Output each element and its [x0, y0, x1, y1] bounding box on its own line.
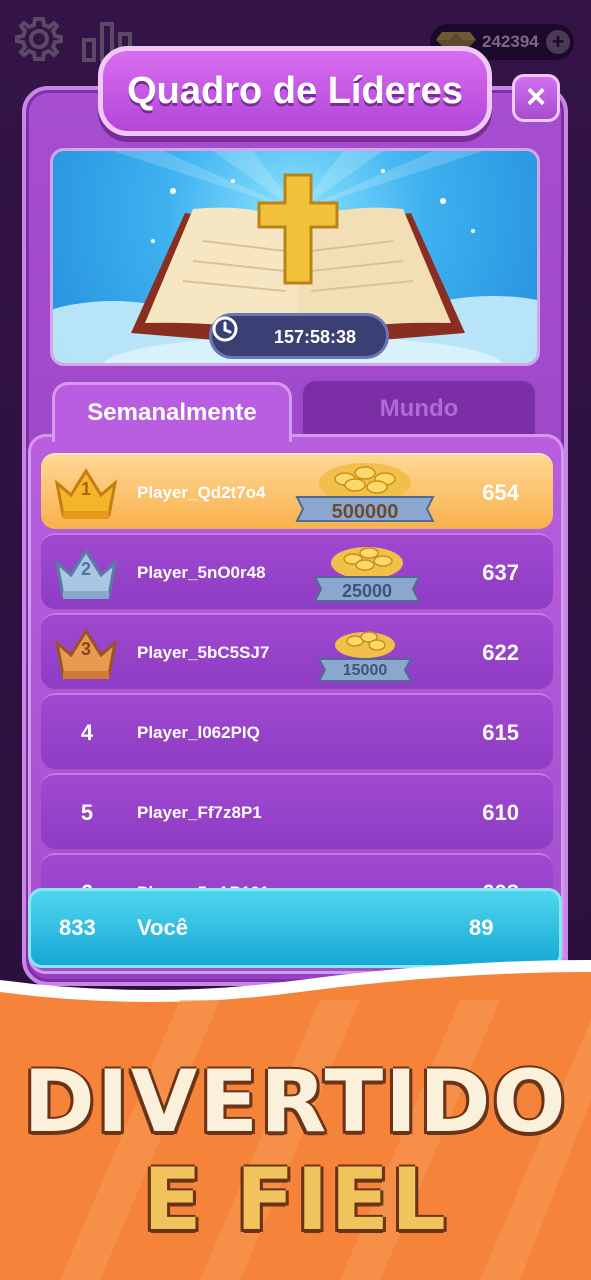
player-score: 622 — [482, 640, 519, 665]
tab-world[interactable]: Mundo — [300, 378, 538, 434]
player-score: 654 — [482, 480, 519, 505]
coin-reward: 500000 — [293, 459, 437, 525]
countdown-timer: 157:58:38 — [209, 313, 389, 359]
clock-icon — [212, 316, 238, 342]
timer-value: 157:58:38 — [274, 327, 357, 347]
leaderboard-row-4[interactable]: 4 Player_l062PIQ 615 — [41, 693, 553, 769]
reward-amount: 25000 — [341, 581, 393, 601]
rank-number: 2 — [80, 559, 91, 579]
panel-title-plate: Quadro de Líderes — [98, 46, 492, 136]
promo-subheadline: E FIEL — [143, 1150, 448, 1250]
close-button[interactable]: × — [512, 74, 560, 122]
rank-number: 3 — [80, 639, 91, 659]
gem-count: 242394 — [482, 32, 539, 51]
reward-amount: 500000 — [331, 501, 399, 523]
rank-number: 5 — [80, 800, 94, 825]
leaderboard-row-5[interactable]: 5 Player_Ff7z8P1 610 — [41, 773, 553, 849]
player-name: Player_5bC5SJ7 — [137, 643, 270, 662]
gear-icon[interactable] — [14, 14, 64, 64]
player-name: Player_l062PIQ — [137, 723, 260, 742]
event-banner: 157:58:38 — [50, 148, 540, 366]
player-score: 610 — [482, 800, 519, 825]
panel-title: Quadro de Líderes — [127, 70, 463, 112]
player-name: Player_Qd2t7o4 — [137, 483, 266, 502]
coin-reward: 25000 — [309, 539, 425, 605]
rank-number: 4 — [80, 720, 94, 745]
player-name: Player_5nO0r48 — [137, 563, 266, 582]
coin-reward: 15000 — [313, 619, 417, 685]
leaderboard-row-3[interactable]: 3 Player_5bC5SJ7 15000 622 — [41, 613, 553, 689]
leaderboard-row-1[interactable]: 1 Player_Qd2t7o4 500000 654 — [41, 453, 553, 529]
leaderboard-row-2[interactable]: 2 Player_5nO0r48 25000 637 — [41, 533, 553, 609]
promo-headline: DIVERTIDO — [23, 1052, 568, 1152]
player-score: 615 — [482, 720, 519, 745]
player-name: Player_Ff7z8P1 — [137, 803, 262, 822]
reward-amount: 15000 — [342, 662, 388, 679]
rank-number: 1 — [80, 479, 91, 499]
add-gems-button[interactable]: + — [546, 30, 570, 54]
tab-weekly[interactable]: Semanalmente — [52, 382, 292, 442]
player-score: 637 — [482, 560, 519, 585]
